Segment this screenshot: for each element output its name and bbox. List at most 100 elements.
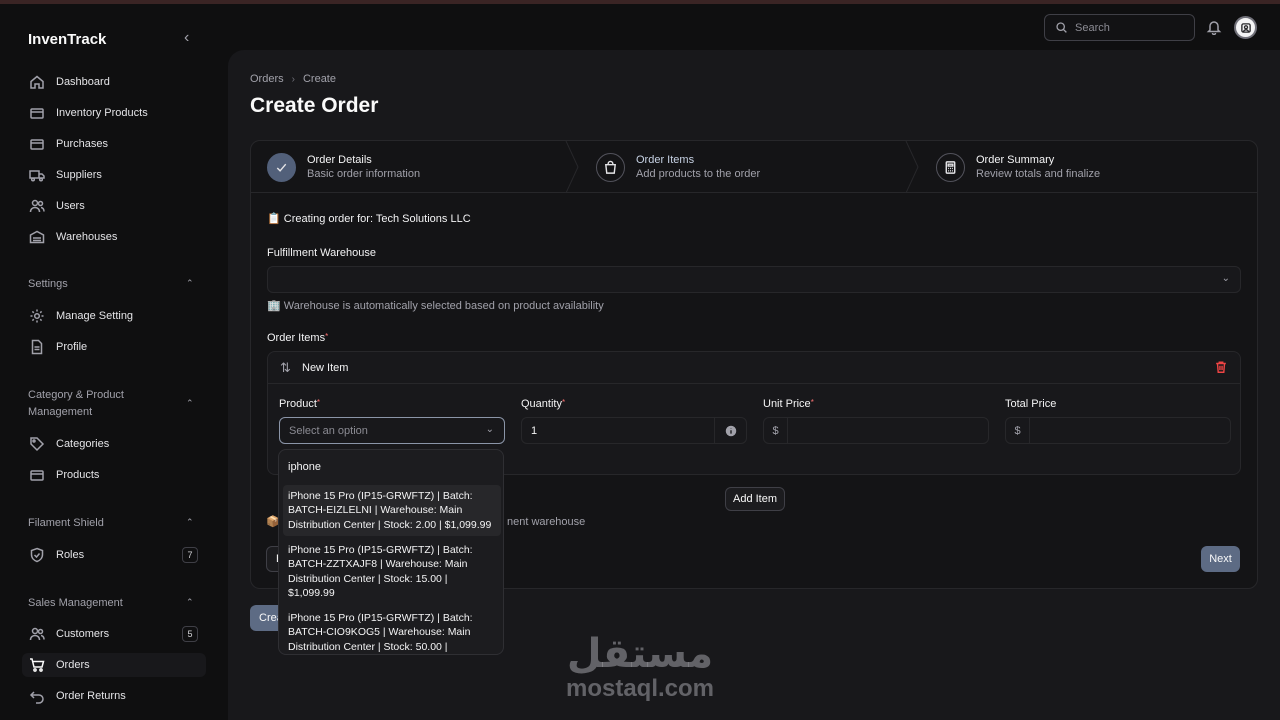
dropdown-option[interactable]: iPhone 15 Pro (IP15-GRWFTZ) | Batch: BAT… bbox=[283, 485, 501, 537]
warehouse-icon bbox=[28, 228, 46, 246]
sidebar-item-warehouses[interactable]: Warehouses bbox=[22, 225, 206, 249]
required-mark: * bbox=[325, 332, 329, 341]
user-icon bbox=[1240, 22, 1251, 33]
sidebar-item-users[interactable]: Users bbox=[22, 194, 206, 218]
sidebar: InvenTrack ‹ Dashboard Inventory Product… bbox=[0, 4, 228, 720]
sidebar-item-categories[interactable]: Categories bbox=[22, 432, 206, 456]
required-mark: * bbox=[561, 398, 566, 407]
next-button[interactable]: Next bbox=[1201, 546, 1240, 572]
step-subtitle: Basic order information bbox=[307, 168, 421, 180]
sidebar-item-products[interactable]: Products bbox=[22, 463, 206, 487]
trash-icon[interactable] bbox=[1214, 360, 1228, 377]
watermark: مستقل mostaql.com bbox=[560, 632, 720, 712]
sidebar-item-label: Roles bbox=[56, 549, 85, 561]
notifications-bell-icon[interactable] bbox=[1206, 19, 1222, 36]
users-icon bbox=[28, 197, 46, 215]
add-item-button[interactable]: Add Item bbox=[725, 487, 785, 511]
warehouse-select[interactable]: ⌄ bbox=[267, 266, 1241, 293]
sidebar-item-profile[interactable]: Profile bbox=[22, 335, 206, 359]
sidebar-item-orders[interactable]: Orders bbox=[22, 653, 206, 677]
quantity-label-text: Quantity bbox=[521, 398, 562, 410]
sidebar-item-label: Order Returns bbox=[56, 690, 126, 702]
search-icon bbox=[1056, 22, 1067, 33]
step-order-summary[interactable]: Order Summary Review totals and finalize bbox=[936, 141, 1100, 193]
dropdown-option[interactable]: iPhone 15 Pro (IP15-GRWFTZ) | Batch: BAT… bbox=[283, 607, 501, 654]
sidebar-item-suppliers[interactable]: Suppliers bbox=[22, 163, 206, 187]
dropdown-option[interactable]: iPhone 15 Pro (IP15-GRWFTZ) | Batch: BAT… bbox=[283, 539, 501, 605]
unit-price-label-text: Unit Price bbox=[763, 398, 811, 410]
box-icon bbox=[28, 135, 46, 153]
breadcrumb: Orders › Create bbox=[250, 73, 336, 85]
currency-prefix: $ bbox=[1006, 418, 1030, 443]
order-items-label: Order Items* bbox=[267, 332, 328, 344]
dropdown-search-input[interactable]: iphone bbox=[279, 450, 503, 484]
group-title-shield[interactable]: Filament Shield bbox=[28, 515, 168, 532]
chevron-down-icon: ⌄ bbox=[1221, 273, 1230, 284]
total-price-label: Total Price bbox=[1005, 398, 1057, 410]
step-divider bbox=[565, 140, 579, 194]
shield-icon bbox=[28, 546, 46, 564]
sidebar-item-label: Profile bbox=[56, 341, 88, 353]
check-icon bbox=[267, 152, 296, 182]
item-header: ⇅ New Item bbox=[268, 352, 1240, 384]
product-select[interactable]: Select an option ⌄ bbox=[279, 417, 505, 444]
total-price-input[interactable]: $ bbox=[1005, 417, 1231, 444]
shopping-bag-icon bbox=[596, 152, 625, 182]
sidebar-item-label: Manage Setting bbox=[56, 310, 134, 322]
sidebar-item-inventory-products[interactable]: Inventory Products bbox=[22, 101, 206, 125]
chevron-up-icon[interactable]: ⌃ bbox=[186, 278, 198, 290]
sidebar-item-manage-setting[interactable]: Manage Setting bbox=[22, 304, 206, 328]
unit-price-label: Unit Price* bbox=[763, 398, 814, 410]
sidebar-item-purchases[interactable]: Purchases bbox=[22, 132, 206, 156]
gear-icon bbox=[28, 307, 46, 325]
tag-icon bbox=[28, 435, 46, 453]
breadcrumb-create: Create bbox=[302, 73, 336, 85]
product-placeholder: Select an option bbox=[289, 425, 368, 437]
chevron-up-icon[interactable]: ⌃ bbox=[186, 398, 198, 410]
group-title-settings[interactable]: Settings bbox=[28, 276, 168, 293]
sidebar-item-label: Customers bbox=[56, 628, 110, 640]
chevron-up-icon[interactable]: ⌃ bbox=[186, 597, 198, 609]
reorder-handle-icon[interactable]: ⇅ bbox=[280, 360, 291, 376]
collapse-sidebar-icon[interactable]: ‹ bbox=[184, 30, 198, 46]
chevron-up-icon[interactable]: ⌃ bbox=[186, 517, 198, 529]
search-placeholder: Search bbox=[1075, 21, 1110, 34]
count-badge: 5 bbox=[182, 626, 198, 642]
watermark-latin: mostaql.com bbox=[565, 675, 715, 702]
step-title: Order Summary bbox=[976, 154, 1055, 166]
step-order-items[interactable]: Order Items Add products to the order bbox=[596, 141, 760, 193]
sidebar-item-customers[interactable]: Customers 5 bbox=[22, 622, 206, 646]
sidebar-item-order-returns[interactable]: Order Returns bbox=[22, 684, 206, 708]
item-title: New Item bbox=[302, 362, 349, 374]
box-icon bbox=[28, 104, 46, 122]
breadcrumb-orders[interactable]: Orders bbox=[250, 73, 284, 85]
quantity-value: 1 bbox=[531, 425, 538, 437]
creating-for-text: 📋 Creating order for: Tech Solutions LLC bbox=[267, 213, 471, 225]
quantity-input[interactable]: 1 bbox=[521, 417, 747, 444]
step-order-details[interactable]: Order Details Basic order information bbox=[267, 141, 420, 193]
global-search-input[interactable]: Search bbox=[1044, 14, 1195, 41]
brand-logo[interactable]: InvenTrack bbox=[28, 31, 106, 48]
sidebar-item-label: Inventory Products bbox=[56, 107, 148, 119]
product-options-dropdown: iphone iPhone 15 Pro (IP15-GRWFTZ) | Bat… bbox=[278, 449, 504, 655]
order-items-label-text: Order Items bbox=[267, 332, 326, 344]
info-icon[interactable] bbox=[714, 418, 746, 443]
chevron-down-icon: ⌄ bbox=[485, 424, 494, 435]
warehouse-hint: 🏢 Warehouse is automatically selected ba… bbox=[267, 300, 604, 312]
count-badge: 7 bbox=[182, 547, 198, 563]
sidebar-item-dashboard[interactable]: Dashboard bbox=[22, 70, 206, 94]
currency-prefix: $ bbox=[764, 418, 788, 443]
required-mark: * bbox=[316, 398, 321, 407]
user-avatar[interactable] bbox=[1234, 16, 1257, 39]
return-icon bbox=[28, 687, 46, 705]
truck-icon bbox=[28, 166, 46, 184]
group-title-catalog[interactable]: Category & Product Management bbox=[28, 387, 168, 421]
sidebar-item-label: Categories bbox=[56, 438, 110, 450]
cart-icon bbox=[28, 656, 46, 674]
unit-price-input[interactable]: $ bbox=[763, 417, 989, 444]
group-title-sales[interactable]: Sales Management bbox=[28, 595, 168, 612]
quantity-label: Quantity* bbox=[521, 398, 565, 410]
sidebar-item-roles[interactable]: Roles 7 bbox=[22, 543, 206, 567]
sidebar-item-label: Dashboard bbox=[56, 76, 110, 88]
fulfillment-note: nent warehouse bbox=[507, 516, 586, 528]
